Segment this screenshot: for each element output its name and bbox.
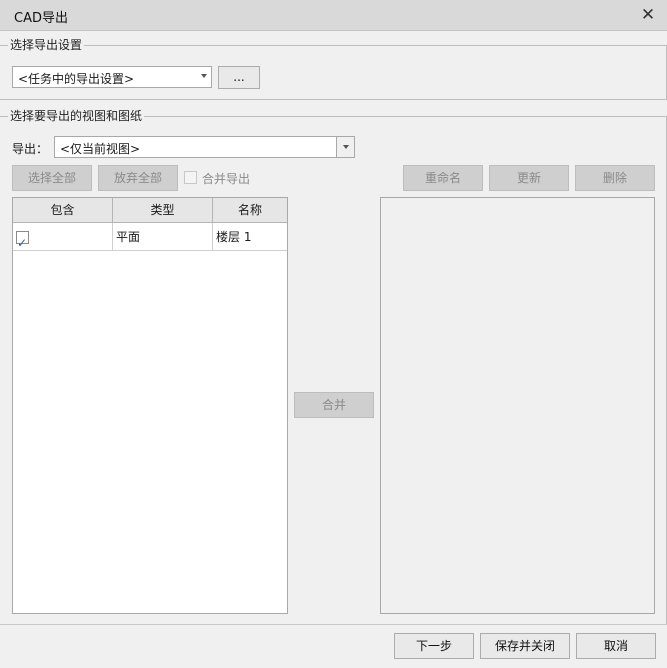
type-cell: 平面 bbox=[113, 223, 213, 251]
merge-export-label: 合并导出 bbox=[202, 172, 251, 186]
chevron-down-icon bbox=[201, 74, 207, 78]
check-icon: ✓ bbox=[17, 236, 28, 250]
close-icon[interactable]: ✕ bbox=[637, 5, 659, 25]
include-checkbox[interactable]: ✓ bbox=[16, 231, 29, 250]
cancel-button[interactable]: 取消 bbox=[576, 633, 656, 659]
export-label: 导出： bbox=[12, 142, 49, 156]
include-cell: ✓ bbox=[13, 223, 113, 251]
export-scope-dropdown[interactable]: <仅当前视图> bbox=[54, 136, 355, 158]
save-and-close-button[interactable]: 保存并关闭 bbox=[480, 633, 570, 659]
dialog-footer: 下一步 保存并关闭 取消 bbox=[0, 624, 667, 668]
update-button[interactable]: 更新 bbox=[489, 165, 569, 191]
deselect-all-button[interactable]: 放弃全部 bbox=[98, 165, 178, 191]
export-settings-group-label: 选择导出设置 bbox=[8, 38, 85, 52]
column-header-include[interactable]: 包含 bbox=[13, 198, 113, 223]
chevron-down-icon bbox=[343, 145, 349, 149]
browse-settings-button[interactable]: ... bbox=[218, 66, 260, 89]
merge-export-checkbox[interactable] bbox=[184, 171, 197, 184]
merged-sets-panel[interactable] bbox=[380, 197, 655, 614]
title-bar: CAD导出 ✕ bbox=[0, 0, 667, 31]
views-group-label: 选择要导出的视图和图纸 bbox=[8, 109, 145, 123]
export-setting-dropdown[interactable]: <任务中的导出设置> bbox=[12, 66, 212, 88]
table-header: 包含 类型 名称 bbox=[13, 198, 287, 223]
next-button[interactable]: 下一步 bbox=[394, 633, 474, 659]
export-setting-value: <任务中的导出设置> bbox=[18, 72, 135, 86]
name-cell: 楼层 1 bbox=[216, 230, 252, 244]
rename-button[interactable]: 重命名 bbox=[403, 165, 483, 191]
views-table: 包含 类型 名称 ✓ 平面 楼层 1 bbox=[12, 197, 288, 614]
select-all-button[interactable]: 选择全部 bbox=[12, 165, 92, 191]
merge-button[interactable]: 合并 bbox=[294, 392, 374, 418]
window-title: CAD导出 bbox=[14, 11, 68, 26]
export-scope-value: <仅当前视图> bbox=[60, 142, 141, 156]
column-header-type[interactable]: 类型 bbox=[113, 198, 213, 223]
table-row[interactable]: ✓ 平面 楼层 1 bbox=[13, 223, 287, 251]
column-header-name[interactable]: 名称 bbox=[213, 198, 287, 223]
delete-button[interactable]: 删除 bbox=[575, 165, 655, 191]
